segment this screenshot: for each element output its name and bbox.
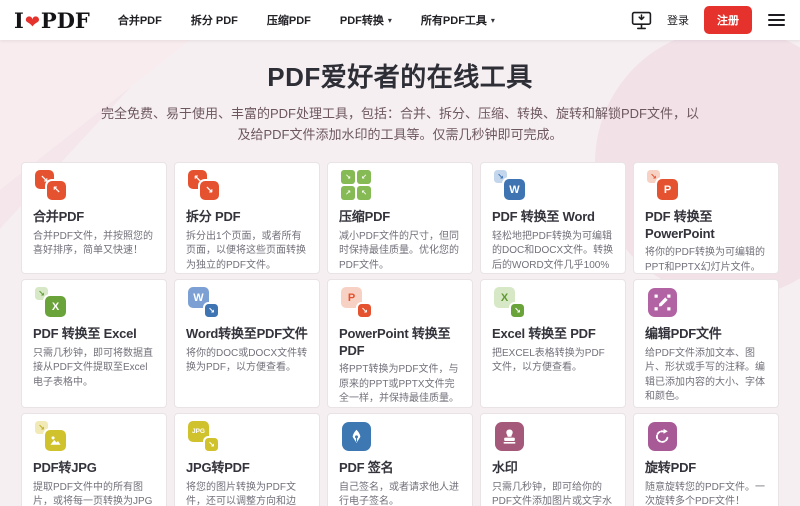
card-desc: 拆分出1个页面，或者所有页面，以便将这些页面转换为独立的PDF文件。	[186, 230, 306, 271]
tool-card-pdf-to-jpg[interactable]: ↘ PDF转JPG 提取PDF文件中的所有图片，或将每一页转换为JPG图片。	[21, 413, 167, 506]
ilovepdf-logo[interactable]: I ❤ PDF	[14, 8, 90, 33]
card-desc: 给PDF文件添加文本、图片、形状或手写的注释。编辑已添加内容的大小、字体和颜色。	[645, 347, 765, 403]
card-title: Word转换至PDF文件	[186, 326, 308, 342]
tool-card-pdf-to-word[interactable]: ↘ W PDF 转换至 Word 轻松地把PDF转换为可编辑的DOC和DOCX文…	[480, 162, 626, 275]
tool-card-powerpoint-to-pdf[interactable]: P ↘ PowerPoint 转换至 PDF 将PPT转换为PDF文件，与原来的…	[327, 279, 473, 409]
sign-pdf-icon	[339, 421, 381, 453]
login-link[interactable]: 登录	[667, 12, 689, 28]
card-desc: 提取PDF文件中的所有图片，或将每一页转换为JPG图片。	[33, 481, 153, 506]
nav-merge-pdf[interactable]: 合并PDF	[118, 12, 162, 28]
chevron-down-icon: ▾	[490, 15, 495, 25]
header-actions: 登录 注册	[631, 6, 786, 34]
card-title: PDF 转换至 Excel	[33, 326, 137, 342]
page-title: PDF爱好者的在线工具	[267, 62, 533, 92]
logo-text-i: I	[14, 7, 24, 33]
hero-section: PDF爱好者的在线工具 完全免费、易于使用、丰富的PDF处理工具，包括：合并、拆…	[0, 40, 800, 145]
tool-card-jpg-to-pdf[interactable]: JPG ↘ JPG转PDF 将您的图片转换为PDF文件，还可以调整方向和边距。	[174, 413, 320, 506]
card-title: 水印	[492, 460, 518, 476]
card-desc: 将你的DOC或DOCX文件转换为PDF，以方便查看。	[186, 347, 308, 374]
desktop-download-icon[interactable]	[631, 11, 652, 30]
powerpoint-to-pdf-icon: P ↘	[339, 287, 381, 319]
nav-all-pdf-tools[interactable]: 所有PDF工具 ▾	[421, 12, 495, 28]
card-title: PowerPoint 转换至 PDF	[339, 326, 451, 358]
merge-icon: ↘ ↖	[33, 170, 75, 202]
tool-card-excel-to-pdf[interactable]: X ↘ Excel 转换至 PDF 把EXCEL表格转换为PDF文件，以方便查看…	[480, 279, 626, 409]
card-desc: 减小PDF文件的尺寸，但同时保持最佳质量。优化您的PDF文件。	[339, 230, 459, 271]
card-desc: 轻松地把PDF转换为可编辑的DOC和DOCX文件。转换后的WORD文件几乎100…	[492, 230, 614, 271]
card-desc: 合并PDF文件，并按照您的喜好排序，简单又快速！	[33, 230, 153, 257]
card-desc: 随意旋转您的PDF文件。一次旋转多个PDF文件！	[645, 481, 765, 506]
tool-card-pdf-to-excel[interactable]: ↘ X PDF 转换至 Excel 只需几秒钟，即可将数据直接从PDF文件提取至…	[21, 279, 167, 409]
jpg-to-pdf-icon: JPG ↘	[186, 421, 228, 453]
card-title: Excel 转换至 PDF	[492, 326, 596, 342]
card-title: 合并PDF	[33, 209, 85, 225]
card-title: 压缩PDF	[339, 209, 391, 225]
excel-to-pdf-icon: X ↘	[492, 287, 534, 319]
tool-card-watermark[interactable]: 水印 只需几秒钟，即可给你的PDF文件添加图片或文字水印。可选择水印的位置、透明…	[480, 413, 626, 506]
watermark-icon	[492, 421, 534, 453]
card-title: PDF 转换至 PowerPoint	[645, 209, 715, 241]
register-button[interactable]: 注册	[704, 6, 752, 34]
card-desc: 将您的图片转换为PDF文件，还可以调整方向和边距。	[186, 481, 296, 506]
pdf-to-excel-icon: ↘ X	[33, 287, 75, 319]
pdf-to-powerpoint-icon: ↘ P	[645, 170, 687, 202]
tool-card-edit-pdf[interactable]: 编辑PDF文件 给PDF文件添加文本、图片、形状或手写的注释。编辑已添加内容的大…	[633, 279, 779, 409]
split-icon: ↖ ↘	[186, 170, 228, 202]
main-nav: 合并PDF 拆分 PDF 压缩PDF PDF转换 ▾ 所有PDF工具 ▾	[118, 12, 495, 28]
card-title: PDF 签名	[339, 460, 394, 476]
logo-text-pdf: PDF	[40, 7, 90, 33]
nav-compress-pdf[interactable]: 压缩PDF	[267, 12, 311, 28]
word-to-pdf-icon: W ↘	[186, 287, 228, 319]
card-desc: 将你的PDF转换为可编辑的PPT和PPTX幻灯片文件。	[645, 247, 765, 273]
card-title: JPG转PDF	[186, 460, 250, 476]
card-title: 旋转PDF	[645, 460, 697, 476]
nav-pdf-convert[interactable]: PDF转换 ▾	[340, 12, 392, 28]
card-desc: 只需几秒钟，即可将数据直接从PDF文件提取至Excel 电子表格中。	[33, 347, 153, 388]
tool-card-sign-pdf[interactable]: PDF 签名 自己签名，或者请求他人进行电子签名。	[327, 413, 473, 506]
nav-split-pdf[interactable]: 拆分 PDF	[191, 12, 238, 28]
heart-icon: ❤	[24, 11, 40, 33]
tool-card-merge-pdf[interactable]: ↘ ↖ 合并PDF 合并PDF文件，并按照您的喜好排序，简单又快速！	[21, 162, 167, 275]
top-navigation-bar: I ❤ PDF 合并PDF 拆分 PDF 压缩PDF PDF转换 ▾ 所有PDF工具 ▾…	[0, 0, 800, 40]
tool-card-pdf-to-powerpoint[interactable]: ↘ P PDF 转换至 PowerPoint 将你的PDF转换为可编辑的PPT和…	[633, 162, 779, 275]
card-desc: 将PPT转换为PDF文件，与原来的PPT或PPTX文件完全一样，并保持最佳质量。	[339, 364, 459, 405]
tool-card-compress-pdf[interactable]: ↘ ↙ ↗ ↖ 压缩PDF 减小PDF文件的尺寸，但同时保持最佳质量。优化您的P…	[327, 162, 473, 275]
card-title: PDF 转换至 Word	[492, 209, 595, 225]
card-desc: 自己签名，或者请求他人进行电子签名。	[339, 481, 459, 506]
tool-card-split-pdf[interactable]: ↖ ↘ 拆分 PDF 拆分出1个页面，或者所有页面，以便将这些页面转换为独立的P…	[174, 162, 320, 275]
pdf-to-jpg-icon: ↘	[33, 421, 75, 453]
card-title: 拆分 PDF	[186, 209, 241, 225]
hamburger-menu-icon[interactable]	[767, 11, 786, 30]
rotate-pdf-icon	[645, 421, 687, 453]
page-subtitle: 完全免费、易于使用、丰富的PDF处理工具，包括：合并、拆分、压缩、转换、旋转和解…	[100, 106, 699, 143]
tools-grid: ↘ ↖ 合并PDF 合并PDF文件，并按照您的喜好排序，简单又快速！ ↖ ↘ 拆…	[21, 162, 779, 506]
edit-pdf-icon	[645, 287, 687, 319]
card-desc: 把EXCEL表格转换为PDF文件，以方便查看。	[492, 347, 605, 374]
card-desc: 只需几秒钟，即可给你的PDF文件添加图片或文字水印。可选择水印的位置、透明度和字…	[492, 481, 612, 506]
tool-card-word-to-pdf[interactable]: W ↘ Word转换至PDF文件 将你的DOC或DOCX文件转换为PDF，以方便…	[174, 279, 320, 409]
chevron-down-icon: ▾	[387, 15, 392, 25]
pdf-to-word-icon: ↘ W	[492, 170, 534, 202]
compress-icon: ↘ ↙ ↗ ↖	[339, 170, 381, 202]
card-title: PDF转JPG	[33, 460, 97, 476]
card-title: 编辑PDF文件	[645, 326, 722, 342]
tool-card-rotate-pdf[interactable]: 旋转PDF 随意旋转您的PDF文件。一次旋转多个PDF文件！	[633, 413, 779, 506]
